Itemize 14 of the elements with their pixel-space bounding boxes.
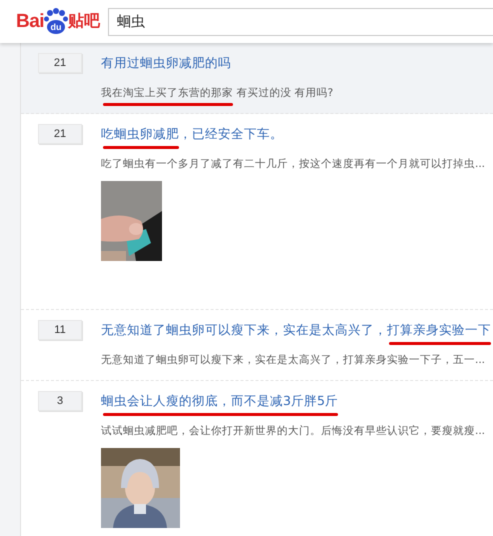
reply-count: 11	[38, 320, 82, 340]
post-snippet: 吃了蛔虫有一个多月了减了有二十几斤，按这个速度再有一个月就可以打掉虫...	[101, 157, 486, 172]
reply-count: 3	[38, 391, 82, 411]
post-snippet: 试试蛔虫减肥吧，会让你打开新世界的大门。后悔没有早些认识它，要瘦就瘦...	[101, 424, 486, 439]
reply-count: 21	[38, 53, 82, 73]
post-title-link[interactable]: 有用过蛔虫卵减肥的吗	[101, 53, 334, 73]
post-title-link[interactable]: 蛔虫会让人瘦的彻底，而不是减3斤胖5斤	[101, 391, 486, 411]
post-snippet: 我在淘宝上买了东营的那家 有买过的没 有用吗?	[101, 85, 334, 101]
post-title-link[interactable]: 吃蛔虫卵减肥，已经安全下车。	[101, 124, 486, 144]
post-title-link[interactable]: 无意知道了蛔虫卵可以瘦下来，实在是太高兴了，打算亲身实验一下	[101, 320, 491, 340]
search-field[interactable]: 蛔虫	[108, 8, 493, 36]
post-snippet: 无意知道了蛔虫卵可以瘦下来，实在是太高兴了，打算亲身实验一下子，五一...	[101, 353, 486, 368]
reply-count: 21	[38, 124, 82, 144]
logo[interactable]: Bai du 贴吧	[16, 8, 100, 36]
